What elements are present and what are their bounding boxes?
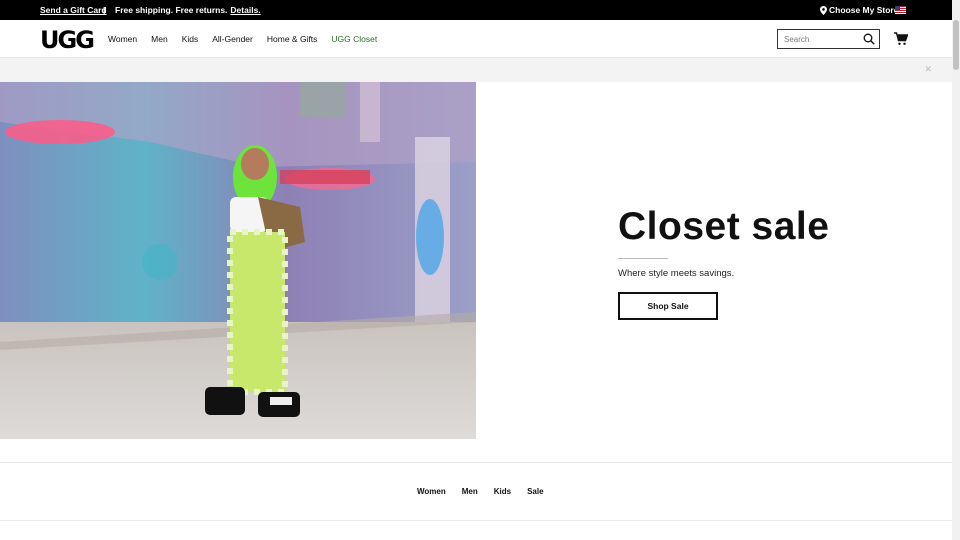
- category-women[interactable]: Women: [417, 487, 446, 496]
- shipping-message: Free shipping. Free returns. Details.: [115, 5, 261, 15]
- shipping-text: Free shipping. Free returns.: [115, 5, 228, 15]
- nav-home-gifts[interactable]: Home & Gifts: [267, 34, 318, 44]
- category-sale[interactable]: Sale: [527, 487, 543, 496]
- us-flag-icon[interactable]: [895, 6, 906, 14]
- nav-men[interactable]: Men: [151, 34, 168, 44]
- hero-title: Closet sale: [618, 205, 830, 248]
- scrollbar-thumb[interactable]: [953, 20, 959, 70]
- shipping-details-link[interactable]: Details.: [230, 5, 260, 15]
- nav-women[interactable]: Women: [108, 34, 137, 44]
- shop-sale-button[interactable]: Shop Sale: [618, 292, 718, 320]
- ugg-logo[interactable]: UGG: [40, 26, 95, 54]
- site-header: UGG Women Men Kids All-Gender Home & Gif…: [0, 20, 952, 58]
- send-gift-card-link[interactable]: Send a Gift Card: [40, 5, 107, 15]
- nav-kids[interactable]: Kids: [182, 34, 199, 44]
- hero-image: [0, 82, 476, 439]
- search-input[interactable]: Search: [777, 29, 880, 49]
- choose-store-label: Choose My Store: [829, 5, 899, 15]
- main-nav: Women Men Kids All-Gender Home & Gifts U…: [108, 34, 391, 44]
- map-pin-icon: [820, 5, 827, 15]
- search-icon[interactable]: [863, 33, 875, 45]
- nav-all-gender[interactable]: All-Gender: [212, 34, 253, 44]
- category-men[interactable]: Men: [462, 487, 478, 496]
- hero-photo: [0, 82, 476, 439]
- close-icon[interactable]: ✕: [924, 64, 932, 75]
- hero-content: Closet sale Where style meets savings. S…: [618, 205, 829, 320]
- hero-divider: [618, 258, 668, 259]
- category-nav: Women Men Kids Sale: [417, 487, 560, 496]
- category-kids[interactable]: Kids: [494, 487, 511, 496]
- search-placeholder: Search: [784, 35, 810, 44]
- promo-banner: ✕: [0, 58, 952, 82]
- page-scrollbar[interactable]: [952, 0, 960, 540]
- hero-subtitle: Where style meets savings.: [618, 268, 735, 279]
- utility-separator: |: [103, 5, 106, 15]
- cart-icon[interactable]: [894, 32, 908, 46]
- section-divider-top: [0, 462, 952, 463]
- nav-ugg-closet[interactable]: UGG Closet: [331, 34, 377, 44]
- choose-store-link[interactable]: Choose My Store: [820, 5, 898, 15]
- utility-bar: Send a Gift Card | Free shipping. Free r…: [0, 0, 952, 20]
- section-divider-bottom: [0, 520, 952, 521]
